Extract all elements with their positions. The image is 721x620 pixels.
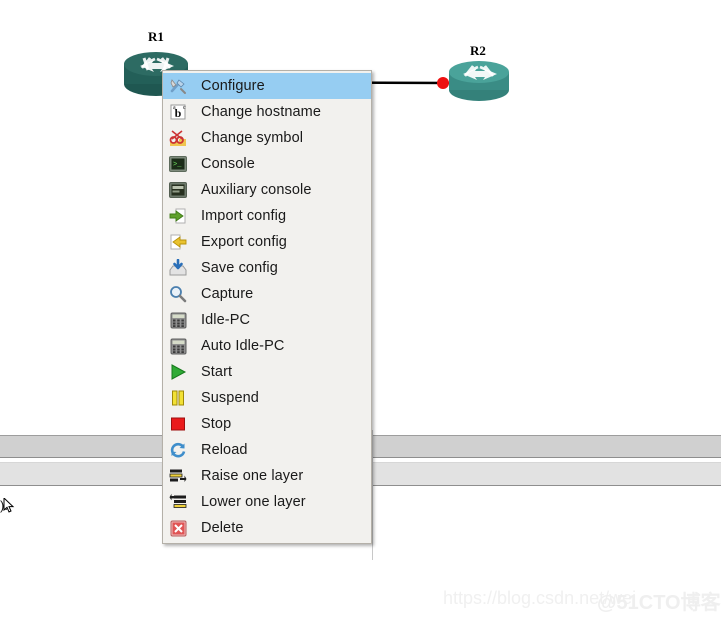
magnifier-icon <box>166 284 190 304</box>
menu-item-lower-one-layer[interactable]: Lower one layer <box>163 489 371 515</box>
menu-item-label: Capture <box>201 285 254 302</box>
import-icon <box>166 206 190 226</box>
play-icon <box>166 362 190 382</box>
menu-item-idle-pc[interactable]: Idle-PC <box>163 307 371 333</box>
symbol-icon <box>166 128 190 148</box>
aux-console-icon <box>166 180 190 200</box>
menu-item-save-config[interactable]: Save config <box>163 255 371 281</box>
svg-text:c: c <box>183 105 186 111</box>
menu-item-change-symbol[interactable]: Change symbol <box>163 125 371 151</box>
menu-item-label: Export config <box>201 233 287 250</box>
router-context-menu[interactable]: Configure b a c Change hostname Change s… <box>162 70 372 544</box>
menu-item-start[interactable]: Start <box>163 359 371 385</box>
menu-item-import-config[interactable]: Import config <box>163 203 371 229</box>
menu-item-raise-one-layer[interactable]: Raise one layer <box>163 463 371 489</box>
topology-canvas[interactable]: R1 R2 ). Configure <box>0 0 721 620</box>
menu-item-label: Auto Idle-PC <box>201 337 285 354</box>
pause-icon <box>166 388 190 408</box>
menu-item-label: Configure <box>201 77 265 94</box>
svg-text:a: a <box>173 105 176 111</box>
menu-item-delete[interactable]: Delete <box>163 515 371 541</box>
calculator-icon <box>166 336 190 356</box>
export-icon <box>166 232 190 252</box>
menu-item-label: Idle-PC <box>201 311 251 328</box>
panel-divider <box>372 430 373 560</box>
save-icon <box>166 258 190 278</box>
menu-item-label: Lower one layer <box>201 493 306 510</box>
menu-item-auto-idle-pc[interactable]: Auto Idle-PC <box>163 333 371 359</box>
router-label-r2: R2 <box>470 43 486 58</box>
svg-text:>_: >_ <box>173 161 182 169</box>
menu-item-label: Raise one layer <box>201 467 304 484</box>
menu-item-label: Start <box>201 363 233 380</box>
reload-icon <box>166 440 190 460</box>
delete-icon <box>166 518 190 538</box>
menu-item-suspend[interactable]: Suspend <box>163 385 371 411</box>
configure-icon <box>166 76 190 96</box>
raise-layer-icon <box>166 466 190 486</box>
menu-item-stop[interactable]: Stop <box>163 411 371 437</box>
lower-layer-icon <box>166 492 190 512</box>
menu-item-label: Suspend <box>201 389 259 406</box>
menu-item-label: Change hostname <box>201 103 321 120</box>
menu-item-label: Delete <box>201 519 244 536</box>
menu-item-label: Reload <box>201 441 248 458</box>
menu-item-export-config[interactable]: Export config <box>163 229 371 255</box>
calculator-icon <box>166 310 190 330</box>
mouse-cursor-icon <box>3 498 15 513</box>
menu-item-change-hostname[interactable]: b a c Change hostname <box>163 99 371 125</box>
stop-icon <box>166 414 190 434</box>
menu-item-label: Change symbol <box>201 129 304 146</box>
rename-icon: b a c <box>166 102 190 122</box>
router-node-r2[interactable] <box>447 58 511 104</box>
console-icon: >_ <box>166 154 190 174</box>
menu-item-label: Stop <box>201 415 232 432</box>
router-icon <box>449 61 509 101</box>
menu-item-label: Import config <box>201 207 287 224</box>
menu-item-label: Auxiliary console <box>201 181 312 198</box>
menu-item-reload[interactable]: Reload <box>163 437 371 463</box>
router-label-r1: R1 <box>148 29 164 44</box>
watermark-brand: @51CTO博客 <box>597 592 721 614</box>
menu-item-capture[interactable]: Capture <box>163 281 371 307</box>
menu-item-label: Save config <box>201 259 278 276</box>
menu-item-console[interactable]: >_ Console <box>163 151 371 177</box>
menu-item-configure[interactable]: Configure <box>163 73 371 99</box>
svg-text:b: b <box>175 106 182 120</box>
menu-item-auxiliary-console[interactable]: Auxiliary console <box>163 177 371 203</box>
menu-item-label: Console <box>201 155 255 172</box>
